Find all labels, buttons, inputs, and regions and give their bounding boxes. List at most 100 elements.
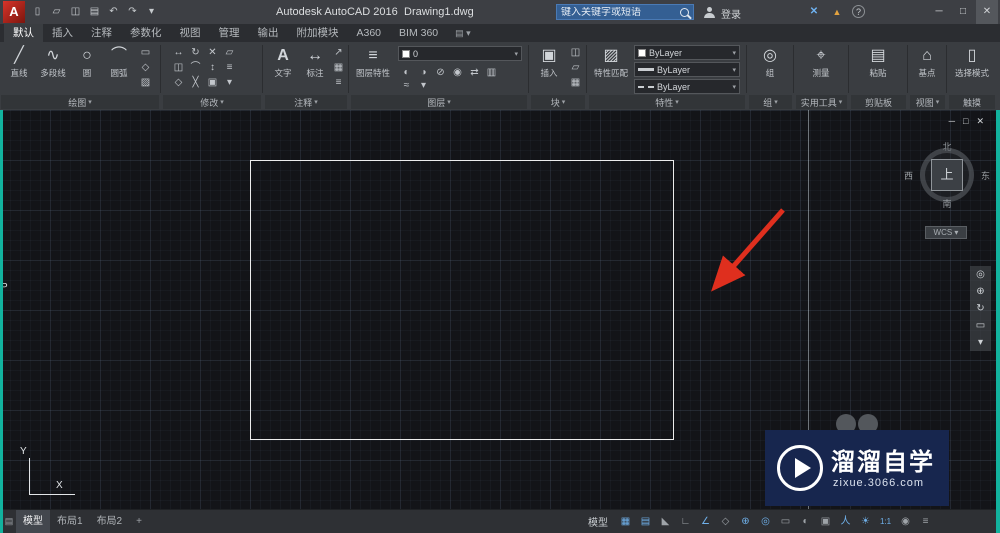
paste-button[interactable]: ▤ 粘贴 xyxy=(860,44,896,78)
layout-list-icon[interactable]: ▤ xyxy=(2,516,16,527)
panel-label-block[interactable]: 块 ▾ xyxy=(531,95,585,109)
polar-tracking-icon[interactable]: ∠ xyxy=(697,514,714,530)
snap-toggle-icon[interactable]: ▤ xyxy=(637,514,654,530)
ribbon-tab-insert[interactable]: 插入 xyxy=(43,24,82,42)
viewcube-south-label[interactable]: 南 xyxy=(912,197,982,210)
new-file-icon[interactable]: ▯ xyxy=(30,4,45,20)
plot-icon[interactable]: ▤ xyxy=(87,4,102,20)
undo-icon[interactable]: ↶ xyxy=(106,4,121,20)
selection-cycling-icon[interactable]: ▣ xyxy=(817,514,834,530)
layer-freeze-icon[interactable]: ⊘ xyxy=(432,65,449,80)
viewcube-top-face[interactable]: 上 xyxy=(931,159,963,191)
panel-label-touch[interactable]: 触摸 xyxy=(949,95,995,109)
circle-button[interactable]: ○ 圆 xyxy=(72,44,102,78)
annotation-visibility-icon[interactable]: 人 xyxy=(837,514,854,530)
group-button[interactable]: ◎ 组 xyxy=(754,44,786,78)
save-icon[interactable]: ◫ xyxy=(68,4,83,20)
ribbon-tab-annotate[interactable]: 注释 xyxy=(82,24,121,42)
modify-more-icon[interactable]: ▾ xyxy=(221,75,238,90)
panel-label-modify[interactable]: 修改 ▾ xyxy=(163,95,261,109)
create-block-icon[interactable]: ◫ xyxy=(567,45,584,60)
navbar-more-icon[interactable]: ▾ xyxy=(970,334,991,351)
help-icon[interactable]: ? xyxy=(852,5,865,18)
panel-label-draw[interactable]: 绘图 ▾ xyxy=(1,95,159,109)
panel-label-utilities[interactable]: 实用工具 ▾ xyxy=(796,95,847,109)
model-space-toggle[interactable]: 模型 xyxy=(588,514,608,529)
layer-state-icon[interactable]: ▥ xyxy=(483,65,500,80)
doc-minimize-button[interactable]: ─ xyxy=(949,116,955,127)
lineweight-toggle-icon[interactable]: ▭ xyxy=(777,514,794,530)
layer-walk-icon[interactable]: ≈ xyxy=(398,78,415,93)
redo-icon[interactable]: ↷ xyxy=(125,4,140,20)
orbit-icon[interactable]: ↻ xyxy=(970,300,991,317)
explode-icon[interactable]: ▣ xyxy=(204,75,221,90)
zoom-extents-icon[interactable]: ▭ xyxy=(970,317,991,334)
layer-more-icon[interactable]: ▾ xyxy=(415,78,432,93)
wcs-dropdown[interactable]: WCS ▾ xyxy=(925,226,967,239)
search-icon[interactable] xyxy=(680,7,689,17)
layer-lock-icon[interactable]: ◉ xyxy=(449,65,466,80)
arc-button[interactable]: ⌒ 圆弧 xyxy=(104,44,134,78)
panel-label-properties[interactable]: 特性 ▾ xyxy=(589,95,745,109)
drawing-area[interactable]: ─ □ ✕ 北 上 西 东 南 WCS ▾ ◎ ⊕ ↻ ▭ ▾ Y X 溜溜自学… xyxy=(0,110,1000,509)
lineweight-dropdown[interactable]: ByLayer ▾ xyxy=(634,62,740,77)
window-maximize-button[interactable]: □ xyxy=(952,0,974,24)
transparency-toggle-icon[interactable]: ◐ xyxy=(797,514,814,530)
table-icon[interactable]: ▦ xyxy=(330,60,347,75)
panel-label-view[interactable]: 视图 ▾ xyxy=(910,95,945,109)
object-color-dropdown[interactable]: ByLayer ▾ xyxy=(634,45,740,60)
erase-icon[interactable]: ╳ xyxy=(187,75,204,90)
move-icon[interactable]: ↔ xyxy=(170,45,187,60)
search-input[interactable] xyxy=(561,6,680,18)
exchange-apps-icon[interactable]: ✕ xyxy=(806,5,822,19)
text-button[interactable]: A 文字 xyxy=(268,44,298,78)
array-icon[interactable]: ◇ xyxy=(170,75,187,90)
stretch-icon[interactable]: ↕ xyxy=(204,60,221,75)
new-layout-button[interactable]: + xyxy=(129,510,149,533)
customize-statusbar-icon[interactable]: ≡ xyxy=(917,514,934,530)
ribbon-tab-bim360[interactable]: BIM 360 xyxy=(390,24,447,42)
isolate-objects-icon[interactable]: ◉ xyxy=(897,514,914,530)
annotation-autoscale-icon[interactable]: ☀ xyxy=(857,514,874,530)
osnap-tracking-icon[interactable]: ⊕ xyxy=(737,514,754,530)
edit-block-icon[interactable]: ▱ xyxy=(567,60,584,75)
polyline-button[interactable]: ∿ 多段线 xyxy=(37,44,69,78)
match-properties-button[interactable]: ▨ 特性匹配 xyxy=(592,44,630,78)
sign-in-button[interactable]: 登录 xyxy=(721,6,741,21)
dimension-button[interactable]: ↔ 标注 xyxy=(300,44,330,78)
text-style-icon[interactable]: ≡ xyxy=(330,75,347,90)
fillet-icon[interactable]: ⌒ xyxy=(187,60,204,75)
mirror-icon[interactable]: ◫ xyxy=(170,60,187,75)
line-button[interactable]: ╱ 直线 xyxy=(4,44,34,78)
selection-mode-button[interactable]: ▯ 选择模式 xyxy=(954,44,990,78)
block-attributes-icon[interactable]: ▦ xyxy=(567,75,584,90)
layer-dropdown[interactable]: 0 ▾ xyxy=(398,46,522,61)
ortho-toggle-icon[interactable]: ∟ xyxy=(677,514,694,530)
ribbon-collapse-icon[interactable]: ▤ ▾ xyxy=(455,24,471,42)
ribbon-tab-a360[interactable]: A360 xyxy=(348,24,391,42)
copy-icon[interactable]: ▱ xyxy=(221,45,238,60)
doc-close-button[interactable]: ✕ xyxy=(976,116,984,127)
base-view-button[interactable]: ⌂ 基点 xyxy=(911,44,943,78)
rotate-icon[interactable]: ↻ xyxy=(187,45,204,60)
layer-properties-button[interactable]: ≡ 图层特性 xyxy=(354,44,392,78)
linetype-dropdown[interactable]: ByLayer ▾ xyxy=(634,79,740,94)
grid-toggle-icon[interactable]: ▦ xyxy=(617,514,634,530)
open-file-icon[interactable]: ▱ xyxy=(49,4,64,20)
ellipse-icon[interactable]: ◇ xyxy=(137,60,154,75)
window-close-button[interactable]: ✕ xyxy=(976,0,998,24)
ribbon-tab-parametric[interactable]: 参数化 xyxy=(121,24,171,42)
view-cube[interactable]: 北 上 西 东 南 xyxy=(904,140,990,210)
ribbon-tab-manage[interactable]: 管理 xyxy=(210,24,249,42)
ribbon-tab-home[interactable]: 默认 xyxy=(4,24,43,42)
object-snap-icon[interactable]: ◎ xyxy=(757,514,774,530)
doc-restore-button[interactable]: □ xyxy=(963,116,968,127)
leader-icon[interactable]: ↗ xyxy=(330,45,347,60)
viewcube-east-label[interactable]: 东 xyxy=(981,169,990,182)
pan-icon[interactable]: ⊕ xyxy=(970,283,991,300)
isometric-draft-icon[interactable]: ◇ xyxy=(717,514,734,530)
panel-label-layers[interactable]: 图层 ▾ xyxy=(351,95,527,109)
layout-tab-layout1[interactable]: 布局1 xyxy=(50,510,90,533)
insert-block-button[interactable]: ▣ 插入 xyxy=(534,44,564,78)
panel-label-groups[interactable]: 组 ▾ xyxy=(749,95,792,109)
